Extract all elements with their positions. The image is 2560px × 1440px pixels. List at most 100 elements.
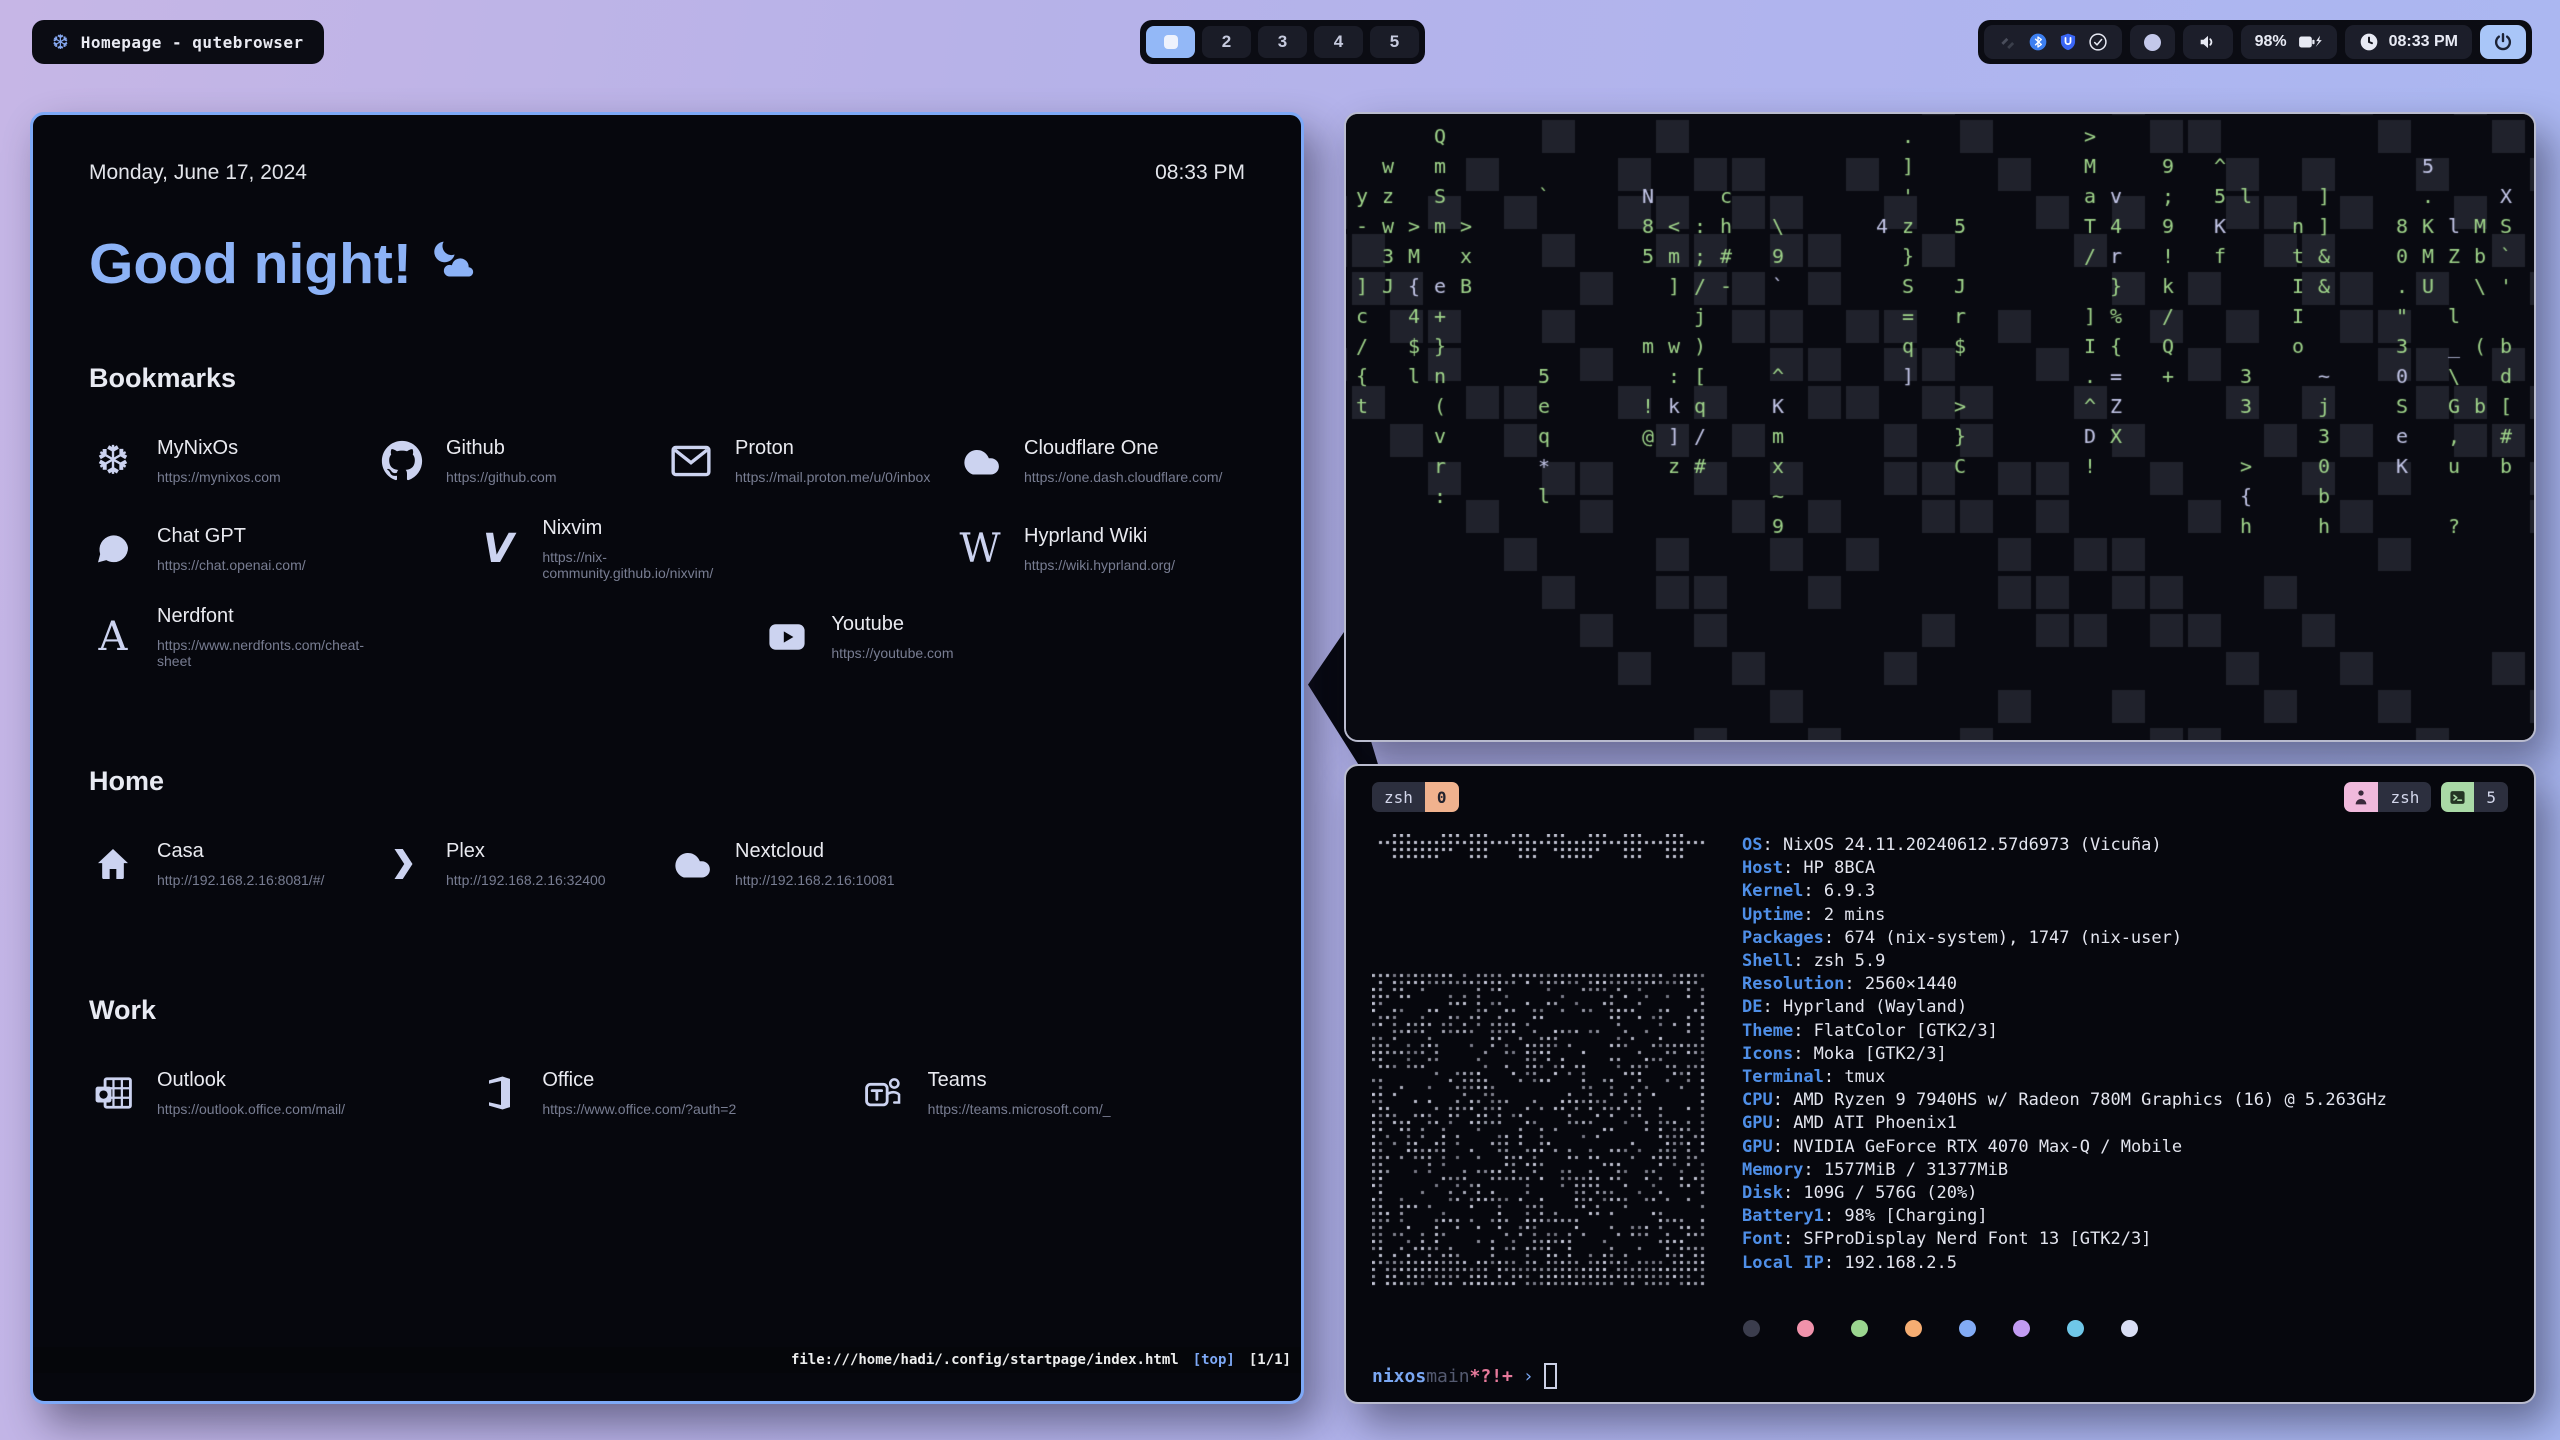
bookmark-name: Chat GPT (157, 525, 306, 548)
bookmark-nerdfont[interactable]: ANerdfonthttps://www.nerdfonts.com/cheat… (89, 604, 378, 670)
plex-chevron-icon (378, 844, 426, 884)
fetch-info-lines: OS: NixOS 24.11.20240612.57d6973 (Vicuña… (1742, 834, 2387, 1286)
page-time: 08:33 PM (1155, 161, 1245, 185)
bookmark-outlook[interactable]: Outlookhttps://outlook.office.com/mail/ (89, 1060, 378, 1126)
battery-pill[interactable]: 98% (2241, 25, 2337, 59)
volume-pill[interactable] (2183, 25, 2233, 59)
indicator-pill[interactable] (2130, 25, 2175, 59)
workspace-button-3[interactable]: 3 (1258, 26, 1307, 58)
bookmark-name: Outlook (157, 1069, 345, 1092)
workspace-button-4[interactable]: 4 (1314, 26, 1363, 58)
section-home: HomeCasahttp://192.168.2.16:8081/#/Plexh… (89, 766, 1245, 897)
bookmark-chat-gpt[interactable]: Chat GPThttps://chat.openai.com/ (89, 516, 378, 582)
fetch-line: Theme: FlatColor [GTK2/3] (1742, 1020, 2387, 1043)
bookmark-url: https://www.office.com/?auth=2 (542, 1101, 736, 1117)
workspace-switcher: 2345 (1140, 20, 1425, 64)
fetch-output: OS: NixOS 24.11.20240612.57d6973 (Vicuña… (1372, 834, 2508, 1286)
kdeconnect-icon[interactable] (1998, 32, 2018, 52)
bookmark-cloudflare-one[interactable]: Cloudflare Onehttps://one.dash.cloudflar… (956, 428, 1245, 494)
workspace-button-active[interactable] (1146, 26, 1195, 58)
github-icon (378, 440, 426, 482)
outlook-icon (89, 1074, 137, 1112)
bookmark-name: Youtube (831, 613, 953, 636)
bookmark-url: https://www.nerdfonts.com/cheat-sheet (157, 637, 378, 669)
matrix-rain-canvas (1346, 114, 2534, 740)
workspace-button-5[interactable]: 5 (1370, 26, 1419, 58)
battery-charging-icon (2297, 32, 2323, 52)
moon-cloud-icon (428, 231, 480, 297)
bookmark-name: Casa (157, 840, 324, 863)
cloud-icon (956, 443, 1004, 479)
bookmark-casa[interactable]: Casahttp://192.168.2.16:8081/#/ (89, 831, 378, 897)
power-button[interactable] (2480, 25, 2526, 59)
palette-dot (1851, 1320, 1868, 1337)
bookmark-url: https://wiki.hyprland.org/ (1024, 557, 1175, 573)
tmux-session-name[interactable]: zsh (1372, 782, 1425, 812)
cloud-icon (667, 846, 715, 882)
bookmark-name: Office (542, 1069, 736, 1092)
tmux-statusbar: zsh 0 zsh 5 (1372, 782, 2508, 812)
bookmark-name: MyNixOs (157, 437, 281, 460)
office-icon (474, 1073, 522, 1113)
bookmark-teams[interactable]: Teamshttps://teams.microsoft.com/_ (860, 1060, 1149, 1126)
clock-label: 08:33 PM (2389, 33, 2458, 51)
fetch-line: Packages: 674 (nix-system), 1747 (nix-us… (1742, 927, 2387, 950)
bookmark-url: https://one.dash.cloudflare.com/ (1024, 469, 1222, 485)
bookmark-plex[interactable]: Plex http://192.168.2.16:32400 (378, 831, 667, 897)
active-workspace-indicator (1164, 35, 1178, 49)
shield-icon[interactable] (2058, 32, 2078, 52)
browser-statusbar: file:///home/hadi/.config/startpage/inde… (33, 1347, 1301, 1373)
fetch-line: GPU: NVIDIA GeForce RTX 4070 Max-Q / Mob… (1742, 1136, 2387, 1159)
section-bookmarks: Bookmarks❆MyNixOshttps://mynixos.comGith… (89, 363, 1245, 670)
system-tray (1984, 25, 2122, 59)
bookmark-name: Nerdfont (157, 605, 378, 628)
bookmark-github[interactable]: Githubhttps://github.com (378, 428, 667, 494)
clock-icon (2359, 32, 2379, 52)
palette-dot (1797, 1320, 1814, 1337)
battery-percent: 98% (2255, 33, 2287, 51)
fetch-line: Local IP: 192.168.2.5 (1742, 1252, 2387, 1275)
bookmark-url: https://github.com (446, 469, 557, 485)
letter-v-icon: V (474, 529, 522, 569)
letter-w-icon: W (956, 529, 1004, 569)
bookmark-name: Plex (446, 840, 606, 863)
bluetooth-icon[interactable] (2028, 32, 2048, 52)
fetch-line: Host: HP 8BCA (1742, 857, 2387, 880)
clock-pill[interactable]: 08:33 PM (2345, 25, 2472, 59)
bookmark-nixvim[interactable]: VNixvimhttps://nix-community.github.io/n… (474, 516, 763, 582)
bookmark-name: Proton (735, 437, 930, 460)
bookmark-name: Teams (928, 1069, 1111, 1092)
fetch-line: DE: Hyprland (Wayland) (1742, 996, 2387, 1019)
power-icon (2492, 31, 2514, 53)
bookmark-url: https://youtube.com (831, 645, 953, 661)
palette-dot (1905, 1320, 1922, 1337)
matrix-terminal-window (1344, 112, 2536, 742)
section-work: Work Outlookhttps://outlook.office.com/ma… (89, 995, 1245, 1126)
fetch-line: Resolution: 2560×1440 (1742, 973, 2387, 996)
bookmark-proton[interactable]: Proton https://mail.proton.me/u/0/inbox (667, 428, 956, 494)
bookmark-mynixos[interactable]: ❆MyNixOshttps://mynixos.com (89, 428, 378, 494)
workspace-button-2[interactable]: 2 (1202, 26, 1251, 58)
chat-icon (89, 529, 137, 569)
person-icon (2344, 782, 2378, 812)
bookmark-url: http://192.168.2.16:32400 (446, 872, 606, 888)
section-title: Work (89, 995, 1245, 1026)
palette-dot (1743, 1320, 1760, 1337)
palette-dot (2013, 1320, 2030, 1337)
bookmark-youtube[interactable]: Youtube https://youtube.com (763, 604, 1052, 670)
fetch-line: Terminal: tmux (1742, 1066, 2387, 1089)
bookmark-name: Nixvim (542, 517, 763, 540)
youtube-icon (763, 621, 811, 653)
shell-prompt[interactable]: nixos main *?!+ › (1372, 1363, 2508, 1389)
bookmark-url: https://mail.proton.me/u/0/inbox (735, 469, 930, 485)
recorder-dot-icon (2144, 34, 2161, 51)
mail-icon (667, 444, 715, 478)
palette-dot (2067, 1320, 2084, 1337)
bookmark-nextcloud[interactable]: Nextcloudhttp://192.168.2.16:10081 (667, 831, 956, 897)
nix-snowflake-icon: ❆ (89, 441, 137, 481)
check-circle-icon[interactable] (2088, 32, 2108, 52)
bookmark-office[interactable]: Office https://www.office.com/?auth=2 (474, 1060, 763, 1126)
fetch-line: Shell: zsh 5.9 (1742, 950, 2387, 973)
bookmark-hyprland-wiki[interactable]: WHyprland Wikihttps://wiki.hyprland.org/ (956, 516, 1245, 582)
tmux-window-index[interactable]: 0 (1425, 782, 1459, 812)
